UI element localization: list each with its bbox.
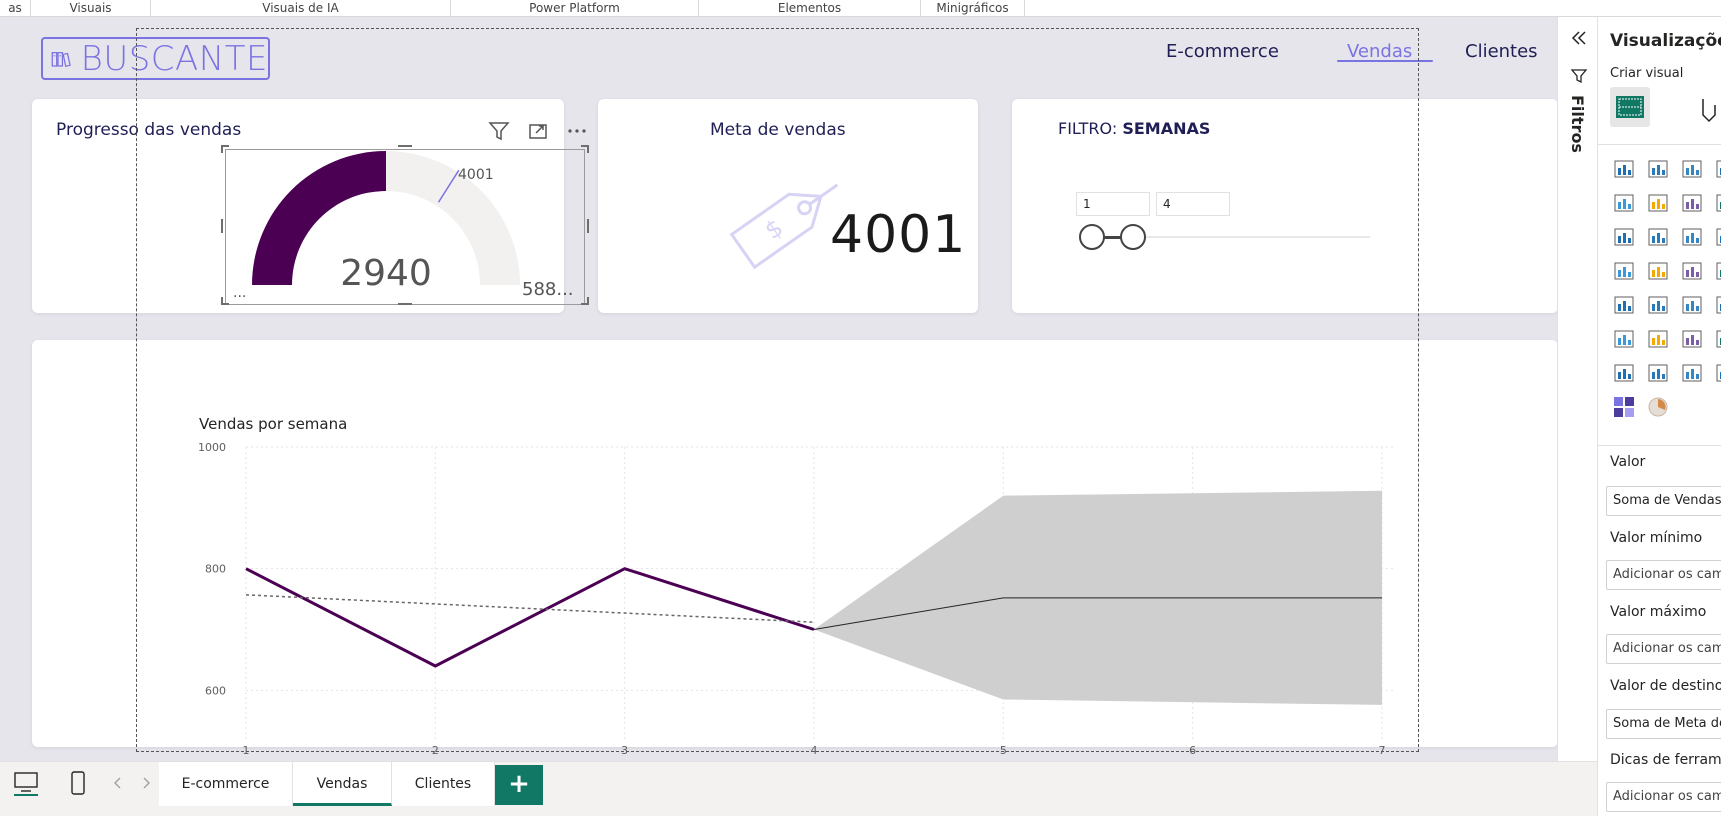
ribbon-group[interactable]: Elementos <box>699 0 921 16</box>
field-well-valor[interactable]: Soma de Vendas <box>1606 486 1721 516</box>
kpi-icon[interactable] <box>1612 293 1636 317</box>
funnel-icon[interactable] <box>1646 225 1670 249</box>
key-influencers-icon[interactable] <box>1646 327 1670 351</box>
ribbon-group-labels: as Visuais Visuais de IA Power Platform … <box>0 0 1721 17</box>
stacked-area-icon[interactable] <box>1680 191 1704 215</box>
collapse-double-chevron-icon[interactable] <box>1570 29 1588 47</box>
area-chart-icon[interactable] <box>1646 191 1670 215</box>
filter-funnel-icon <box>1570 69 1588 84</box>
visual-type-grid <box>1612 157 1721 429</box>
map-icon[interactable] <box>1612 259 1636 283</box>
page-tab-ecommerce[interactable]: E-commerce <box>159 762 293 806</box>
canvas-selection-box <box>136 28 1419 752</box>
field-label-valor: Valor <box>1610 454 1646 470</box>
ribbon-group[interactable]: Power Platform <box>451 0 699 16</box>
page-tab-bar: E-commerce Vendas Clientes + <box>0 761 1597 816</box>
chevron-left-icon[interactable] <box>112 776 124 790</box>
ribbon-group[interactable]: Visuais <box>31 0 151 16</box>
ribbon-group[interactable]: Minigráficos <box>921 0 1025 16</box>
clustered-column-icon[interactable] <box>1714 157 1721 181</box>
pie-icon[interactable] <box>1714 225 1721 249</box>
desktop-view-icon[interactable] <box>12 770 40 796</box>
ribbon-chart-icon[interactable] <box>1612 225 1636 249</box>
add-page-button[interactable]: + <box>495 765 543 805</box>
scatter-icon[interactable] <box>1680 225 1704 249</box>
visualizations-pane: Visualizações Criar visual Valor Soma de… <box>1597 17 1721 816</box>
custom-visual-icon[interactable] <box>1612 395 1636 419</box>
pane-divider <box>1598 144 1721 145</box>
chevron-right-icon[interactable] <box>140 776 152 790</box>
format-visual-icon[interactable] <box>1695 95 1721 125</box>
field-well-valor-maximo[interactable]: Adicionar os campos de dados aqui <box>1606 634 1721 664</box>
build-visual-label: Criar visual <box>1610 66 1684 81</box>
filled-map-icon[interactable] <box>1646 259 1670 283</box>
power-apps-icon[interactable] <box>1646 361 1670 385</box>
field-well-valor-minimo[interactable]: Adicionar os campos de dados aqui <box>1606 560 1721 590</box>
arcgis-icon[interactable] <box>1680 361 1704 385</box>
azure-map-icon[interactable] <box>1680 259 1704 283</box>
table-build-icon <box>1616 96 1644 118</box>
gauge-icon[interactable] <box>1714 259 1721 283</box>
field-label-valor-destino: Valor de destino <box>1610 678 1721 694</box>
stacked-bar-icon[interactable] <box>1612 157 1636 181</box>
field-label-dicas: Dicas de ferramenta <box>1610 752 1721 768</box>
qna-icon[interactable] <box>1680 327 1704 351</box>
custom-gauge-icon[interactable] <box>1646 395 1670 419</box>
line-chart-icon[interactable] <box>1612 191 1636 215</box>
page-tab-vendas[interactable]: Vendas <box>293 762 392 806</box>
ribbon-group[interactable]: as <box>0 0 31 16</box>
visualizations-title: Visualizações <box>1610 31 1721 51</box>
matrix-icon[interactable] <box>1714 293 1721 317</box>
ribbon-group[interactable]: Visuais de IA <box>151 0 451 16</box>
field-well-dicas[interactable]: Adicionar os campos de dados aqui <box>1606 782 1721 812</box>
slicer-icon[interactable] <box>1646 293 1670 317</box>
pane-divider <box>1598 445 1721 446</box>
report-canvas[interactable]: BUSCANTE E-commerce Vendas Clientes Prog… <box>0 17 1558 761</box>
line-column-icon[interactable] <box>1714 191 1721 215</box>
paginated-report-icon[interactable] <box>1612 361 1636 385</box>
mobile-view-icon[interactable] <box>68 770 88 796</box>
field-label-valor-maximo: Valor máximo <box>1610 604 1707 620</box>
filters-pane-label[interactable]: Filtros <box>1568 95 1587 153</box>
clustered-bar-icon[interactable] <box>1680 157 1704 181</box>
smart-narrative-icon[interactable] <box>1714 327 1721 351</box>
table-icon[interactable] <box>1680 293 1704 317</box>
build-visual-tab[interactable] <box>1610 87 1650 127</box>
page-tab-clientes[interactable]: Clientes <box>392 762 495 806</box>
field-label-valor-minimo: Valor mínimo <box>1610 530 1703 546</box>
decomposition-tree-icon[interactable] <box>1612 327 1636 351</box>
more-visuals-icon[interactable] <box>1714 361 1721 385</box>
field-well-valor-destino[interactable]: Soma de Meta de vendas <box>1606 709 1721 739</box>
stacked-column-icon[interactable] <box>1646 157 1670 181</box>
